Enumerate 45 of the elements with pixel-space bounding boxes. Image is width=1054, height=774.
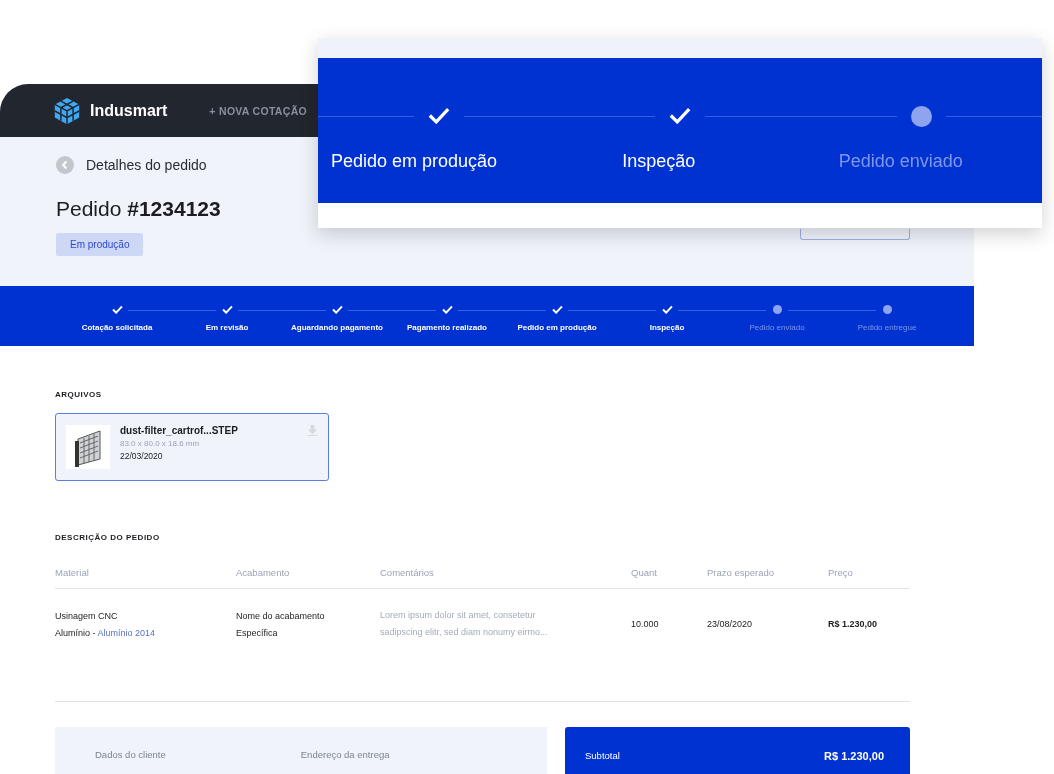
subtotal-label: Subtotal bbox=[585, 750, 620, 763]
section-heading: DESCRIÇÃO DO PEDIDO bbox=[55, 533, 161, 542]
step-label: Inspeção bbox=[649, 323, 685, 332]
file-date: 22/03/2020 bbox=[120, 451, 164, 461]
step-label: Cotação solicitada bbox=[81, 323, 153, 332]
step-label: Inspeção bbox=[622, 151, 696, 172]
brand-name: Indusmart bbox=[90, 101, 168, 120]
new-quote-link[interactable]: + NOVA COTAÇÃO bbox=[209, 104, 307, 117]
table-cell: 23/08/2020 bbox=[707, 619, 753, 629]
download-icon[interactable] bbox=[307, 425, 318, 436]
step-label: Pagamento realizado bbox=[407, 323, 487, 332]
column-header: Acabamento bbox=[236, 567, 291, 578]
table-cell: Alumínio - bbox=[55, 627, 96, 638]
column-header: Preço bbox=[828, 567, 854, 578]
price-cell: R$ 1.230,00 bbox=[828, 619, 878, 629]
file-name: dust-filter_cartrof...STEP bbox=[120, 425, 239, 436]
step-label: Pedido entregue bbox=[857, 323, 917, 332]
panel-label: Dados do cliente bbox=[95, 749, 166, 762]
column-header: Prazo esperado bbox=[707, 567, 776, 578]
order-title: Pedido #1234123 bbox=[56, 197, 222, 221]
cube-logo-icon bbox=[52, 95, 82, 126]
table-cell-text: Usinagem CNC bbox=[55, 610, 119, 621]
back-icon[interactable] bbox=[56, 156, 74, 174]
table-cell: 10.000 bbox=[631, 619, 659, 629]
column-header: Comentários bbox=[380, 567, 435, 578]
table-cell-text: Específica bbox=[236, 627, 279, 638]
material-grade-link[interactable]: Alumínio 2014 bbox=[97, 627, 156, 638]
comment-text: Lorem ipsum dolor sit amet, consetetur sadipscing elitr, sed diam nonumy eirmo... bbox=[380, 609, 549, 639]
column-header: Quant bbox=[631, 567, 658, 578]
step-label: Pedido em produção bbox=[331, 151, 498, 172]
table-cell-text: Nome do acabamento bbox=[236, 610, 326, 621]
file-card[interactable]: dust-filter_cartrof...STEP 83.0 x 80.0 x 18.6 mm 22/03/2020 bbox=[55, 413, 329, 481]
subtotal-value: R$ 1.230,00 bbox=[824, 750, 884, 764]
status-badge: Em produção bbox=[56, 233, 144, 256]
filter-thumbnail-icon bbox=[66, 425, 110, 469]
column-header: Material bbox=[55, 567, 90, 578]
file-dimensions: 83.0 x 80.0 x 18.6 mm bbox=[120, 439, 201, 448]
step-label: Aguardando pagamento bbox=[291, 323, 383, 332]
step-label: Pedido em produção bbox=[517, 323, 597, 332]
panel-label: Endereço da entrega bbox=[300, 749, 390, 762]
step-label: Pedido enviado bbox=[838, 151, 963, 172]
step-label: Pedido enviado bbox=[749, 323, 805, 332]
page-title: Detalhes do pedido bbox=[86, 157, 207, 173]
section-heading: ARQUIVOS bbox=[55, 390, 103, 399]
step-label: Em revisão bbox=[205, 323, 249, 332]
